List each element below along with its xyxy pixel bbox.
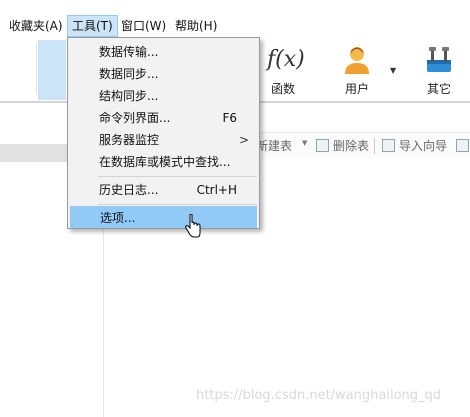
menu-item-console[interactable]: 命令列界面... F6 — [70, 107, 257, 129]
menu-tools[interactable]: 工具(T) — [67, 15, 118, 37]
menu-item-options[interactable]: 选项... — [70, 206, 257, 228]
delete-table-label: 删除表 — [333, 139, 370, 153]
menu-item-label: 结构同步... — [99, 89, 159, 103]
menu-favorites[interactable]: 收藏夹(A) — [5, 15, 67, 37]
ribbon-table-button[interactable] — [38, 40, 66, 100]
user-dropdown-caret[interactable]: ▼ — [390, 66, 396, 75]
export-icon — [456, 139, 469, 152]
watermark-text: https://blog.csdn.net/wanghailong_qd — [196, 388, 442, 403]
tools-icon — [427, 47, 451, 72]
user-button[interactable]: 用户 — [332, 42, 382, 98]
other-label: 其它 — [426, 82, 451, 96]
ribbon-divider — [36, 44, 37, 94]
function-button[interactable]: f(x) 函数 — [258, 42, 308, 98]
menu-window[interactable]: 窗口(W) — [117, 15, 170, 37]
menu-item-history-log[interactable]: 历史日志... Ctrl+H — [70, 179, 257, 201]
delete-table-button[interactable]: 删除表 — [316, 137, 369, 155]
navigation-pane-header — [0, 144, 68, 162]
new-table-caret[interactable]: ▼ — [302, 139, 307, 147]
user-label: 用户 — [344, 82, 369, 96]
menu-item-shortcut: Ctrl+H — [196, 183, 237, 197]
tools-dropdown-menu: 数据传输... 数据同步... 结构同步... 命令列界面... F6 服务器监… — [67, 37, 260, 229]
menu-item-label: 命令列界面... — [99, 111, 171, 125]
menu-item-label: 历史日志... — [99, 183, 159, 197]
menu-item-find-in-database[interactable]: 在数据库或模式中查找... — [70, 151, 257, 173]
menu-item-label: 选项... — [100, 211, 136, 225]
function-icon: f(x) — [267, 47, 305, 72]
submenu-arrow-icon: > — [238, 133, 249, 147]
menu-separator — [98, 176, 257, 177]
more-toolbar-button[interactable] — [456, 137, 470, 155]
new-table-button[interactable]: 新建表 — [256, 137, 292, 155]
menu-item-label: 数据同步... — [99, 67, 159, 81]
function-label: 函数 — [270, 82, 295, 96]
menu-separator — [98, 204, 257, 205]
mouse-pointer-icon — [184, 214, 201, 238]
other-button[interactable]: 其它 — [414, 42, 464, 98]
import-wizard-icon — [382, 139, 395, 152]
import-wizard-button[interactable]: 导入向导 — [382, 137, 447, 155]
menu-item-structure-sync[interactable]: 结构同步... — [70, 85, 257, 107]
delete-table-icon — [316, 139, 329, 152]
menu-help[interactable]: 帮助(H) — [171, 15, 221, 37]
menu-item-label: 数据传输... — [99, 45, 159, 59]
menu-item-shortcut: F6 — [222, 111, 237, 125]
import-wizard-label: 导入向导 — [399, 139, 448, 153]
menu-item-data-transfer[interactable]: 数据传输... — [70, 41, 257, 63]
toolbar-separator — [374, 138, 375, 154]
new-table-label: 新建表 — [256, 139, 293, 153]
user-icon — [345, 47, 369, 74]
menu-item-server-monitor[interactable]: 服务器监控 > — [70, 129, 257, 151]
menu-item-label: 服务器监控 — [99, 133, 160, 147]
top-strip — [0, 0, 470, 12]
menu-item-data-sync[interactable]: 数据同步... — [70, 63, 257, 85]
menu-item-label: 在数据库或模式中查找... — [99, 155, 231, 169]
menubar: 收藏夹(A) 工具(T) 窗口(W) 帮助(H) — [0, 12, 470, 38]
